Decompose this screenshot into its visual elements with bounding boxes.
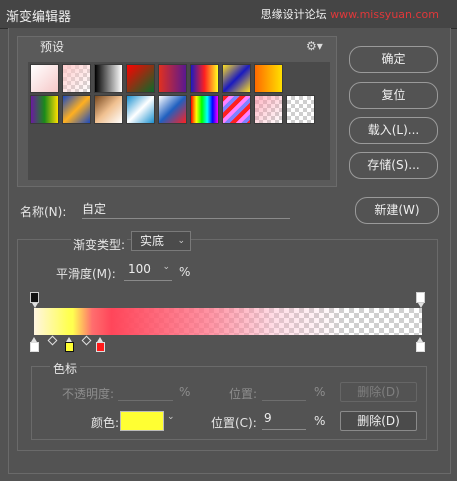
name-input[interactable]: 自定 <box>82 200 290 219</box>
save-button[interactable]: 存储(S)... <box>349 152 438 179</box>
preset-swatch[interactable] <box>158 64 187 93</box>
color-location-value: 9 <box>264 411 272 425</box>
presets-scrollbar[interactable] <box>318 62 330 180</box>
preset-swatch[interactable] <box>254 64 283 93</box>
ok-button[interactable]: 确定 <box>349 46 438 73</box>
watermark-right: www.missyuan.com <box>330 8 439 21</box>
opacity-location-label: 位置: <box>229 387 258 401</box>
title-bar: 渐变编辑器 思缘设计论坛 www.missyuan.com <box>0 0 457 29</box>
preset-swatch[interactable] <box>190 95 219 124</box>
preset-swatch[interactable] <box>94 95 123 124</box>
smoothness-unit: % <box>179 265 191 279</box>
preset-swatch[interactable] <box>190 64 219 93</box>
opacity-unit: % <box>179 385 191 399</box>
color-location-unit: % <box>314 414 326 428</box>
preset-swatch[interactable] <box>254 95 283 124</box>
chevron-down-icon[interactable]: ⌄ <box>162 262 170 272</box>
opacity-stop-right[interactable] <box>416 292 425 308</box>
smoothness-input[interactable]: 100 ⌄ <box>124 262 172 281</box>
opacity-label: 不透明度: <box>62 387 115 401</box>
preset-swatch[interactable] <box>62 64 91 93</box>
load-button[interactable]: 载入(L)... <box>349 117 438 144</box>
opacity-location-unit: % <box>314 385 326 399</box>
reset-button[interactable]: 复位 <box>349 82 438 109</box>
preset-swatch[interactable] <box>126 64 155 93</box>
opacity-stop-left[interactable] <box>30 292 39 308</box>
watermark: 思缘设计论坛 www.missyuan.com <box>261 6 439 22</box>
opacity-delete-button: 删除(D) <box>340 382 417 402</box>
opacity-input <box>118 382 173 401</box>
chevron-down-icon[interactable]: ⌄ <box>167 412 175 422</box>
watermark-left: 思缘设计论坛 <box>260 8 327 21</box>
gradient-fill <box>34 308 422 335</box>
preset-swatch[interactable] <box>286 95 315 124</box>
preset-swatch[interactable] <box>30 64 59 93</box>
color-stop[interactable] <box>95 337 105 352</box>
gradient-type-label: 渐变类型: <box>71 236 128 253</box>
color-stop[interactable] <box>64 337 74 352</box>
smoothness-value: 100 <box>128 262 151 276</box>
color-label: 颜色: <box>91 416 120 430</box>
new-button[interactable]: 新建(W) <box>355 197 439 224</box>
color-stops-label: 色标 <box>50 360 81 377</box>
presets-label: 预设 <box>40 40 65 54</box>
opacity-location-input <box>262 382 306 401</box>
gradient-type-select[interactable]: 实底 ⌄ <box>131 231 191 251</box>
color-location-input[interactable]: 9 <box>262 411 306 430</box>
stop-color-swatch[interactable] <box>120 411 164 431</box>
chevron-down-icon: ⌄ <box>177 236 185 246</box>
gradient-preview-bar[interactable] <box>34 308 422 335</box>
preset-swatch[interactable] <box>126 95 155 124</box>
gradient-type-value: 实底 <box>140 234 165 248</box>
name-label: 名称(N): <box>20 205 67 219</box>
color-stop[interactable] <box>30 337 39 352</box>
color-delete-button[interactable]: 删除(D) <box>340 411 417 431</box>
color-stop-right[interactable] <box>416 337 425 352</box>
smoothness-label: 平滑度(M): <box>56 267 116 281</box>
window-title: 渐变编辑器 <box>6 10 72 25</box>
preset-swatch[interactable] <box>158 95 187 124</box>
preset-swatch[interactable] <box>62 95 91 124</box>
color-location-label: 位置(C): <box>211 416 257 430</box>
preset-swatch[interactable] <box>94 64 123 93</box>
preset-swatch[interactable] <box>30 95 59 124</box>
preset-swatch[interactable] <box>222 64 251 93</box>
preset-swatch[interactable] <box>222 95 251 124</box>
gear-icon[interactable]: ⚙▾ <box>306 39 323 53</box>
